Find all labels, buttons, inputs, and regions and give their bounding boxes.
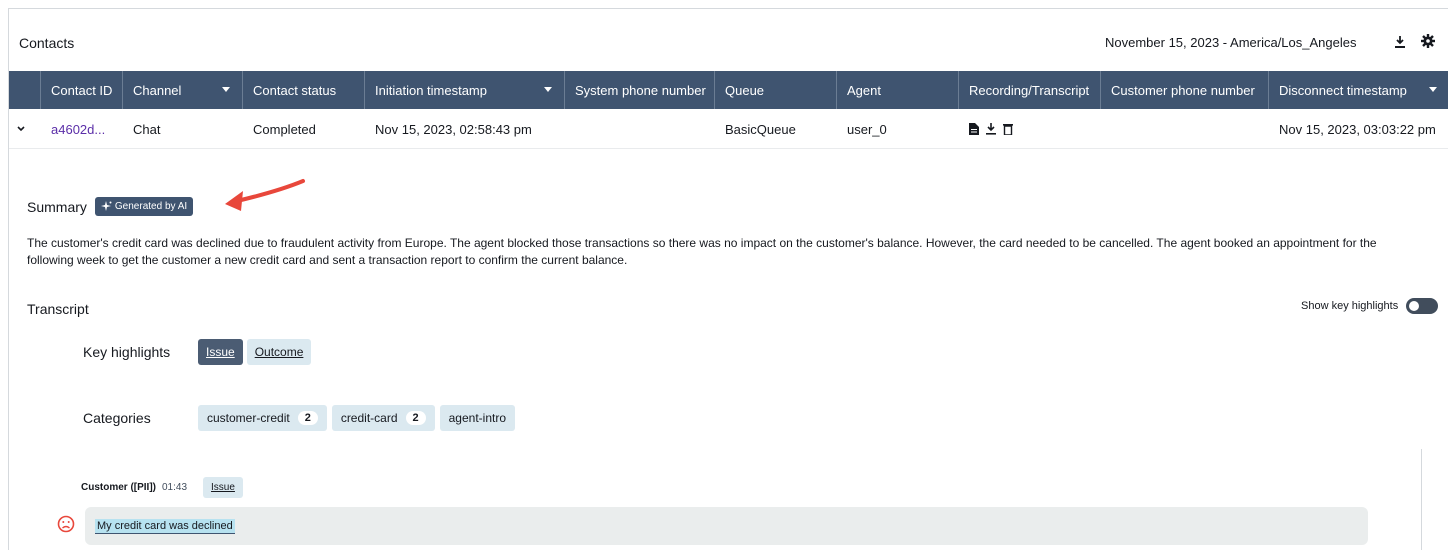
column-label: Disconnect timestamp	[1279, 82, 1407, 98]
cell-system-phone	[565, 109, 575, 149]
toggle-label: Show key highlights	[1301, 300, 1399, 312]
show-key-highlights: Show key highlights	[1301, 298, 1439, 314]
key-highlights-row: Key highlights Issue Outcome	[83, 339, 315, 365]
category-name: credit-card	[340, 411, 398, 425]
categories-row: Categories customer-credit 2 credit-card…	[83, 405, 520, 431]
column-system-phone[interactable]: System phone number	[565, 71, 715, 109]
cell-queue: BasicQueue	[725, 121, 796, 137]
cell-customer-phone	[1101, 109, 1111, 149]
column-queue[interactable]: Queue	[715, 71, 837, 109]
cell-agent: user_0	[847, 121, 887, 137]
caret-down-icon[interactable]	[1429, 87, 1437, 92]
key-highlights-toggle[interactable]	[1406, 298, 1439, 314]
recording-actions	[959, 109, 1013, 149]
gear-icon[interactable]	[1421, 34, 1435, 48]
column-label: Channel	[133, 82, 182, 98]
category-chip[interactable]: agent-intro	[439, 405, 515, 431]
date-range: November 15, 2023 - America/Los_Angeles	[1105, 35, 1357, 50]
caret-down-icon[interactable]	[544, 87, 552, 92]
expand-column-header	[9, 71, 41, 109]
message-bubble: My credit card was declined	[85, 507, 1368, 545]
key-highlights-label: Key highlights	[83, 344, 171, 360]
summary-text: The customer's credit card was declined …	[27, 236, 1377, 267]
column-label: Initiation timestamp	[375, 82, 487, 98]
message-text: My credit card was declined	[95, 519, 235, 534]
category-chip[interactable]: credit-card 2	[331, 405, 435, 431]
column-customer-phone[interactable]: Customer phone number	[1101, 71, 1269, 109]
badge-label: Generated by AI	[114, 201, 188, 212]
category-count: 2	[297, 411, 318, 425]
category-count: 2	[405, 411, 426, 425]
generated-by-ai-badge: Generated by AI	[94, 197, 194, 216]
category-name: agent-intro	[448, 411, 506, 425]
table-header: Contact ID Channel Contact status Initia…	[9, 71, 1448, 109]
panel-header: Contacts November 15, 2023 - America/Los…	[9, 9, 1448, 71]
categories-label: Categories	[83, 410, 151, 426]
message-speaker: Customer ([PII])	[81, 482, 156, 493]
column-contact-id[interactable]: Contact ID	[41, 71, 123, 109]
frown-face-icon	[57, 515, 75, 533]
caret-down-icon[interactable]	[222, 87, 230, 92]
column-recording-transcript[interactable]: Recording/Transcript	[959, 71, 1101, 109]
cell-status: Completed	[253, 121, 316, 137]
download-icon[interactable]	[986, 123, 996, 135]
contacts-panel: Contacts November 15, 2023 - America/Los…	[8, 8, 1448, 550]
transcript-heading: Transcript	[27, 301, 89, 317]
contact-id-link[interactable]: a4602d...	[41, 109, 105, 149]
message-issue-tag[interactable]: Issue	[203, 477, 243, 498]
table-row: a4602d... Chat Completed Nov 15, 2023, 0…	[9, 109, 1448, 149]
summary-header: Summary Generated by AI	[27, 197, 194, 216]
cell-initiation: Nov 15, 2023, 02:58:43 pm	[375, 121, 532, 137]
message-time: 01:43	[162, 482, 188, 493]
highlight-outcome[interactable]: Outcome	[246, 339, 312, 365]
category-chip[interactable]: customer-credit 2	[198, 405, 327, 431]
category-name: customer-credit	[207, 411, 290, 425]
sparkle-icon	[100, 201, 112, 211]
column-channel[interactable]: Channel	[123, 71, 243, 109]
cell-channel: Chat	[133, 121, 161, 137]
message-meta: Customer ([PII]) 01:43 Issue	[81, 477, 243, 498]
transcript-file-icon[interactable]	[969, 123, 979, 135]
chevron-down-icon[interactable]	[13, 121, 29, 137]
trash-icon[interactable]	[1003, 123, 1013, 135]
transcript-scroll-rail[interactable]	[1421, 449, 1422, 550]
highlight-issue[interactable]: Issue	[198, 339, 243, 365]
cell-disconnect: Nov 15, 2023, 03:03:22 pm	[1279, 121, 1436, 137]
annotation-arrow-icon	[225, 179, 305, 211]
column-contact-status[interactable]: Contact status	[243, 71, 365, 109]
download-icon[interactable]	[1395, 36, 1405, 48]
column-disconnect-timestamp[interactable]: Disconnect timestamp	[1269, 71, 1448, 109]
panel-title: Contacts	[19, 35, 75, 51]
column-initiation-timestamp[interactable]: Initiation timestamp	[365, 71, 565, 109]
summary-label: Summary	[27, 198, 87, 215]
column-agent[interactable]: Agent	[837, 71, 959, 109]
